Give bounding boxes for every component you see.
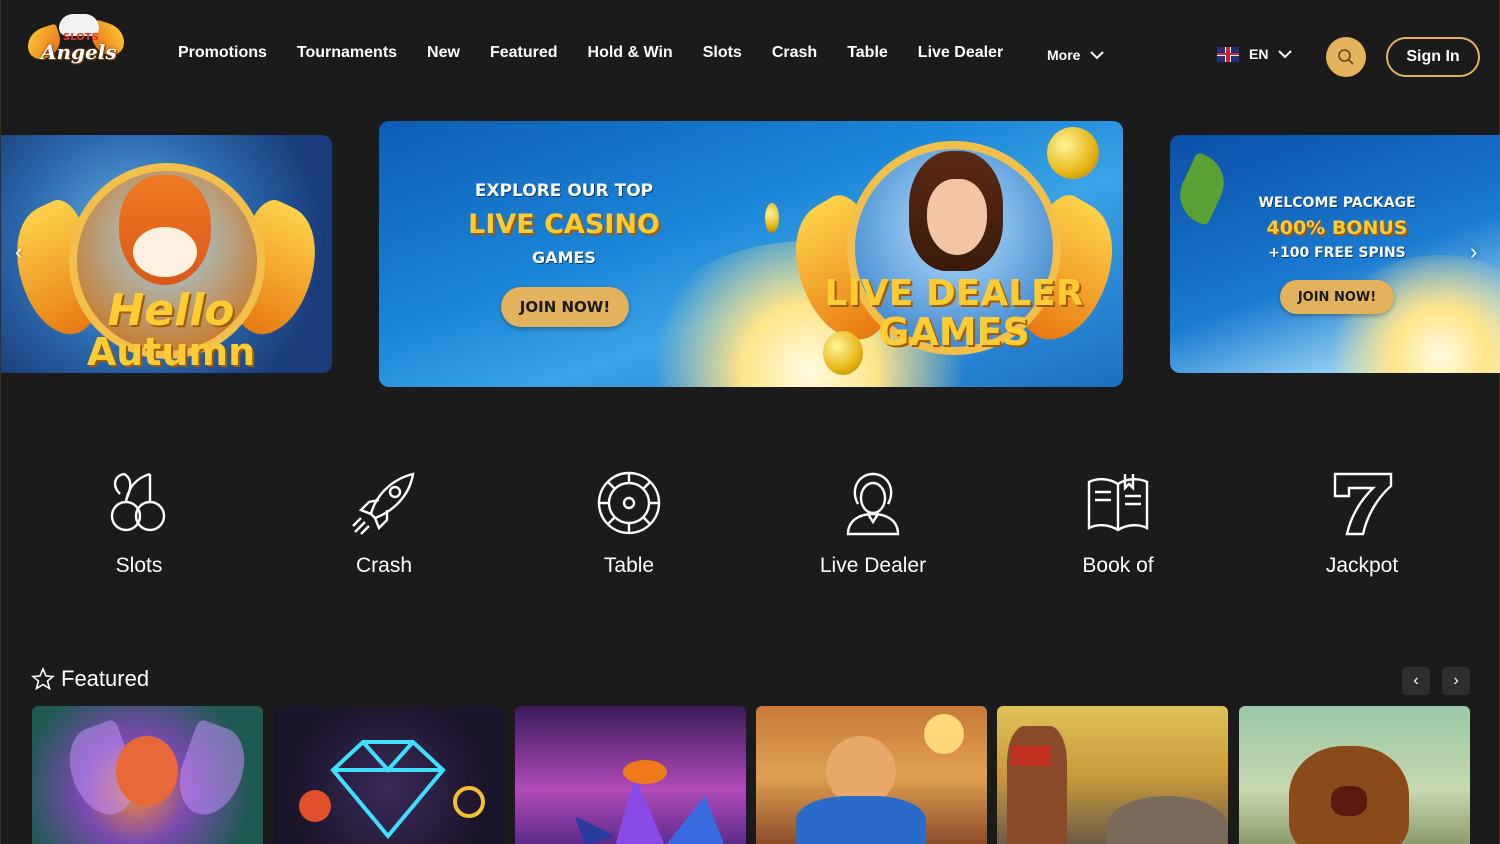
welcome-line-3: +100 FREE SPINS [1268,245,1406,261]
category-label: Jackpot [1325,554,1399,577]
category-live-dealer[interactable]: Live Dealer [793,470,953,578]
game-tile-crystals[interactable] [515,706,746,844]
language-code: EN [1249,46,1269,62]
rocket-icon [352,472,415,535]
banner-line-2: LIVE CASINO [468,209,660,240]
chevron-left-icon: ‹ [1413,672,1419,689]
nav-item-crash[interactable]: Crash [772,44,817,62]
category-book-of[interactable]: Book of [1038,470,1198,578]
hero-body [796,796,926,844]
chevron-left-icon[interactable]: ‹ [15,239,22,265]
live-dealer-games-art-text: LIVE DEALER GAMES [819,273,1089,354]
cherries-icon [110,472,166,532]
game-tile-bear[interactable] [1239,706,1470,844]
welcome-line-1: WELCOME PACKAGE [1258,195,1416,211]
main-nav: Promotions Tournaments New Featured Hold… [178,44,1033,62]
crystal-icon [575,760,725,844]
featured-heading: Featured [31,666,149,692]
sign-in-button[interactable]: Sign In [1386,37,1480,77]
nav-item-tournaments[interactable]: Tournaments [297,44,397,62]
angel-face [927,179,987,255]
welcome-text-block: WELCOME PACKAGE 400% BONUS +100 FREE SPI… [1232,195,1442,261]
game-tile-fairy[interactable] [32,706,263,844]
sun-decor [924,714,964,754]
nav-more-label: More [1047,47,1081,63]
banner-live-casino[interactable]: EXPLORE OUR TOP LIVE CASINO GAMES JOIN N… [379,121,1123,387]
category-label: Live Dealer [819,554,927,577]
join-now-button[interactable]: JOIN NOW! [1280,280,1394,314]
roulette-icon [597,471,661,535]
welcome-line-2: 400% BONUS [1266,217,1408,239]
category-row: Slots Crash Table Live Dealer Book of Ja… [1,470,1500,590]
search-icon [1338,49,1354,65]
site-logo[interactable]: SLOTS Angels [23,14,129,66]
nav-more-dropdown[interactable]: More [1047,47,1105,63]
art-line-2: GAMES [878,310,1030,354]
bear-mouth [1331,786,1367,816]
game-tile-superhero[interactable] [756,706,987,844]
category-jackpot[interactable]: Jackpot [1282,470,1442,578]
chevron-down-icon [1090,51,1105,60]
category-label: Table [603,554,655,577]
game-tile-neon-diamond[interactable] [273,706,504,844]
category-label: Slots [115,554,163,577]
fox-face [133,227,197,277]
gold-coin-decor [765,203,779,233]
fairy-character [116,736,178,806]
category-table[interactable]: Table [549,470,709,578]
featured-prev-button[interactable]: ‹ [1402,667,1430,695]
fairy-wing-decor [168,718,256,824]
book-icon [1087,474,1149,532]
join-now-button[interactable]: JOIN NOW! [501,287,629,327]
language-selector[interactable]: EN [1217,46,1293,62]
live-casino-text-block: EXPLORE OUR TOP LIVE CASINO GAMES [439,181,689,267]
category-slots[interactable]: Slots [59,470,219,578]
leaf-decor [1170,151,1234,227]
featured-next-button[interactable]: › [1442,667,1470,695]
banner-welcome-package[interactable]: WELCOME PACKAGE 400% BONUS +100 FREE SPI… [1170,135,1500,373]
seven-icon [1333,472,1393,536]
nav-item-table[interactable]: Table [847,44,888,62]
chevron-down-icon [1278,50,1293,59]
featured-title: Featured [61,666,150,691]
banner-hello-autumn[interactable]: Hello Autumn ‹ [1,135,332,373]
star-icon [31,667,55,691]
banner-line-3: GAMES [532,248,596,267]
category-label: Book of [1082,554,1154,577]
logo-big-text: Angels [41,40,117,64]
rock-decor [1107,796,1227,844]
category-crash[interactable]: Crash [304,470,464,578]
chevron-right-icon: › [1453,672,1459,689]
header: SLOTS Angels Promotions Tournaments New … [1,0,1500,112]
diamond-icon [299,740,485,840]
hello-autumn-title: Hello Autumn [61,285,281,373]
autumn-text: Autumn [86,330,256,373]
nav-item-featured[interactable]: Featured [490,44,558,62]
chevron-right-icon[interactable]: › [1470,239,1477,265]
banner-line-1: EXPLORE OUR TOP [474,181,654,201]
category-label: Crash [355,554,413,577]
casino-home-page: SLOTS Angels Promotions Tournaments New … [0,0,1500,844]
mountain-decor [1007,726,1067,844]
nav-item-new[interactable]: New [427,44,460,62]
dealer-icon [846,472,900,536]
search-button[interactable] [1326,37,1366,77]
sunburst-decor [1320,255,1500,373]
hello-text: Hello [107,285,235,336]
gold-coin-decor [1047,127,1099,179]
nav-item-live-dealer[interactable]: Live Dealer [918,44,1003,62]
game-tile-mountain-temple[interactable] [997,706,1228,844]
nav-item-promotions[interactable]: Promotions [178,44,267,62]
uk-flag-icon [1217,46,1239,62]
art-line-1: LIVE DEALER [824,273,1084,314]
nav-item-hold-and-win[interactable]: Hold & Win [588,44,673,62]
temple-decor [1011,746,1051,766]
nav-item-slots[interactable]: Slots [703,44,742,62]
